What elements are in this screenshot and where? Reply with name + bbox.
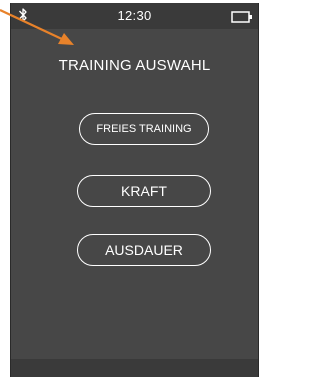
- endurance-button[interactable]: AUSDAUER: [77, 234, 211, 266]
- status-bar: 12:30: [11, 3, 258, 29]
- strength-button[interactable]: KRAFT: [77, 175, 211, 207]
- free-training-button[interactable]: FREIES TRAINING: [79, 113, 209, 145]
- phone-screen: 12:30 TRAINING AUSWAHL FREIES TRAINING K…: [10, 3, 259, 377]
- bottom-bar: [11, 359, 258, 377]
- status-time: 12:30: [117, 8, 152, 23]
- battery-icon: [231, 11, 252, 23]
- page-title: TRAINING AUSWAHL: [58, 57, 211, 74]
